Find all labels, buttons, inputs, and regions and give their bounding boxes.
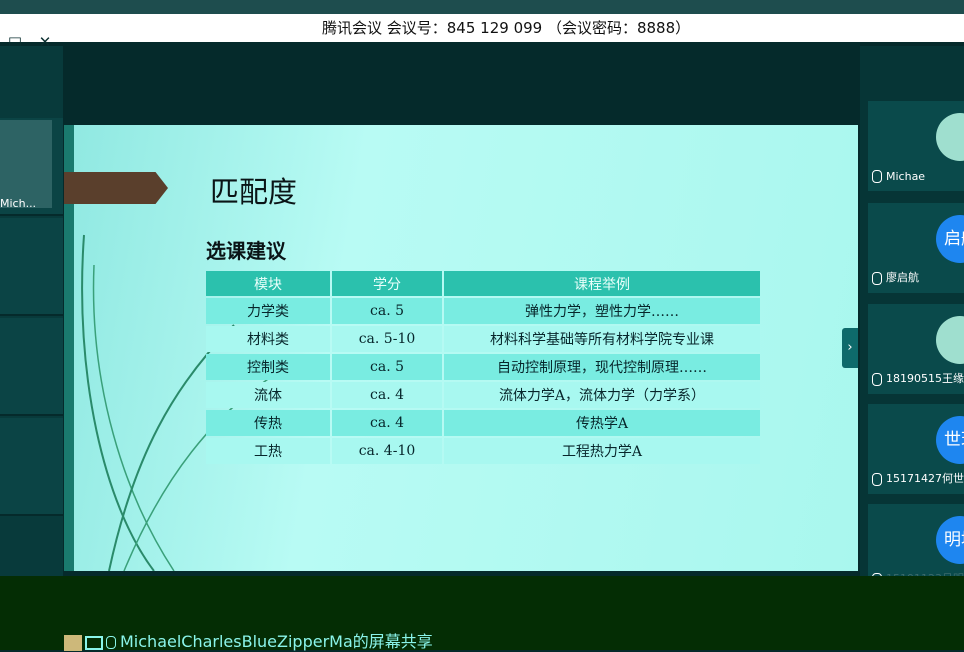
table-cell: ca. 5 [332, 298, 442, 324]
participant-name: 15171427何世 [886, 472, 964, 485]
participant-name: Mich... [0, 197, 37, 210]
table-cell: 传热学A [444, 410, 760, 436]
expand-panel-button[interactable]: › [842, 328, 858, 368]
camera-feed [0, 120, 52, 208]
participant-tile[interactable]: 世玮 15171427何世 [868, 404, 964, 494]
table-cell: 工程热力学A [444, 438, 760, 464]
table-cell: 工热 [206, 438, 330, 464]
table-cell: 材料科学基础等所有材料学院专业课 [444, 326, 760, 352]
table-header: 学分 [332, 271, 442, 296]
shared-slide: 匹配度 选课建议 模块 学分 课程举例 力学类 ca. 5 弹性力学，塑性力学…… [64, 125, 858, 571]
avatar: 世玮 [936, 416, 964, 464]
left-video-tile[interactable]: Mich... [0, 118, 63, 216]
user-icon [64, 634, 82, 651]
slide-title: 匹配度 [210, 175, 298, 209]
title-arrow-shape [64, 172, 168, 204]
right-participant-panel: Michae 启航 廖启航 18190515王缘 世玮 15171427何世 明… [860, 46, 964, 594]
table-cell: 流体力学A，流体力学（力学系） [444, 382, 760, 408]
table-header: 课程举例 [444, 271, 760, 296]
left-video-panel: Mich... [0, 46, 63, 576]
table-row: 传热 ca. 4 传热学A [206, 410, 760, 436]
table-cell: 力学类 [206, 298, 330, 324]
table-cell: 流体 [206, 382, 330, 408]
table-cell: 自动控制原理，现代控制原理…… [444, 354, 760, 380]
share-status-text: MichaelCharlesBlueZipperMa的屏幕共享 [120, 632, 433, 651]
table-cell: ca. 5 [332, 354, 442, 380]
table-row: 流体 ca. 4 流体力学A，流体力学（力学系） [206, 382, 760, 408]
screen-share-icon [85, 635, 103, 650]
avatar: 明坤 [936, 516, 964, 564]
mic-icon [872, 472, 882, 486]
participant-tile[interactable]: 启航 廖启航 [868, 203, 964, 293]
table-row: 工热 ca. 4-10 工程热力学A [206, 438, 760, 464]
participant-tile[interactable]: 18190515王缘 [868, 304, 964, 394]
left-video-tile[interactable] [0, 418, 63, 516]
meeting-info-bar: 腾讯会议 会议号：845 129 099 （会议密码：8888） [0, 14, 964, 42]
participant-tile[interactable]: Michae [868, 101, 964, 191]
table-row: 力学类 ca. 5 弹性力学，塑性力学…… [206, 298, 760, 324]
table-cell: 传热 [206, 410, 330, 436]
participant-name: Michae [886, 169, 926, 183]
avatar [936, 113, 964, 161]
mic-icon [106, 636, 116, 649]
table-header: 模块 [206, 271, 330, 296]
mic-icon [872, 372, 882, 386]
table-cell: ca. 4-10 [332, 438, 442, 464]
table-row: 材料类 ca. 5-10 材料科学基础等所有材料学院专业课 [206, 326, 760, 352]
left-video-tile[interactable] [0, 318, 63, 416]
avatar: 启航 [936, 215, 964, 263]
left-video-tile[interactable] [0, 218, 63, 316]
table-cell: ca. 4 [332, 410, 442, 436]
meeting-info: 腾讯会议 会议号：845 129 099 （会议密码：8888） [322, 19, 691, 37]
table-cell: 弹性力学，塑性力学…… [444, 298, 760, 324]
top-menu-strip [0, 0, 964, 14]
course-table: 模块 学分 课程举例 力学类 ca. 5 弹性力学，塑性力学…… 材料类 ca.… [204, 269, 762, 466]
mic-icon [872, 271, 882, 285]
participant-name: 廖启航 [886, 271, 919, 284]
table-cell: 材料类 [206, 326, 330, 352]
table-cell: 控制类 [206, 354, 330, 380]
table-cell: ca. 4 [332, 382, 442, 408]
mic-icon [872, 170, 882, 183]
slide-subtitle: 选课建议 [206, 239, 286, 263]
table-cell: ca. 5-10 [332, 326, 442, 352]
screen-share-status: MichaelCharlesBlueZipperMa的屏幕共享 [64, 628, 433, 652]
table-row: 控制类 ca. 5 自动控制原理，现代控制原理…… [206, 354, 760, 380]
participant-name: 18190515王缘 [886, 372, 964, 385]
bottom-status-bar: MichaelCharlesBlueZipperMa的屏幕共享 [0, 576, 964, 652]
avatar [936, 316, 964, 364]
